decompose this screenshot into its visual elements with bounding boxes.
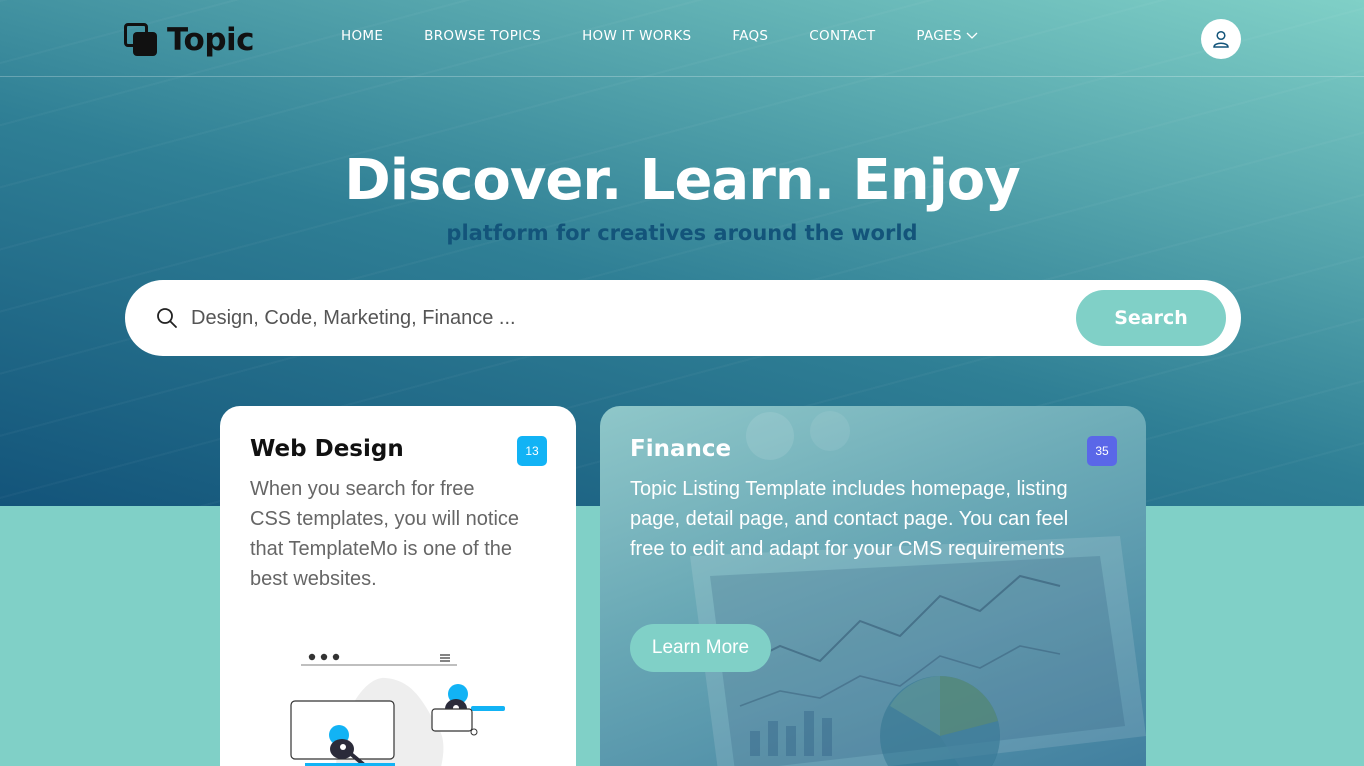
- nav-item-browse-topics[interactable]: BROWSE TOPICS: [424, 28, 541, 44]
- brand-name: Topic: [167, 22, 255, 58]
- nav-item-pages-label: PAGES: [916, 28, 962, 44]
- card-title: Finance: [630, 436, 732, 462]
- nav-item-faqs[interactable]: FAQS: [732, 28, 768, 44]
- user-account-button[interactable]: [1201, 19, 1241, 59]
- search-icon: [157, 308, 177, 328]
- user-icon: [1213, 30, 1229, 48]
- web-design-illustration: [290, 653, 505, 766]
- search-button[interactable]: Search: [1076, 290, 1226, 346]
- nav-item-contact[interactable]: CONTACT: [809, 28, 875, 44]
- card-description: Topic Listing Template includes homepage…: [630, 478, 1069, 560]
- hero-title: Discover. Learn. Enjoy: [344, 148, 1021, 213]
- chevron-down-icon: [966, 32, 978, 39]
- nav-item-home[interactable]: HOME: [341, 28, 383, 44]
- card-description: When you search for free CSS templates, …: [250, 478, 520, 590]
- learn-more-button[interactable]: Learn More: [630, 624, 771, 672]
- card-title: Web Design: [250, 436, 404, 462]
- topic-card-web-design[interactable]: Web Design 13 When you search for free C…: [220, 406, 576, 766]
- overlapping-squares-logo-icon: [124, 23, 158, 57]
- nav-item-how-it-works[interactable]: HOW IT WORKS: [582, 28, 691, 44]
- navbar: Topic HOME BROWSE TOPICS HOW IT WORKS FA…: [0, 0, 1364, 77]
- nav-links: HOME BROWSE TOPICS HOW IT WORKS FAQS CON…: [341, 28, 1019, 44]
- search-form: Search: [125, 280, 1241, 356]
- hero-subtitle: platform for creatives around the world: [446, 221, 918, 245]
- brand-logo-link[interactable]: Topic: [124, 22, 255, 58]
- search-input[interactable]: [191, 298, 1051, 338]
- nav-item-pages-dropdown[interactable]: PAGES: [916, 28, 978, 44]
- topic-count-badge: 13: [517, 436, 547, 466]
- topic-card-finance[interactable]: Finance 35 Topic Listing Template includ…: [600, 406, 1146, 766]
- topic-count-badge: 35: [1087, 436, 1117, 466]
